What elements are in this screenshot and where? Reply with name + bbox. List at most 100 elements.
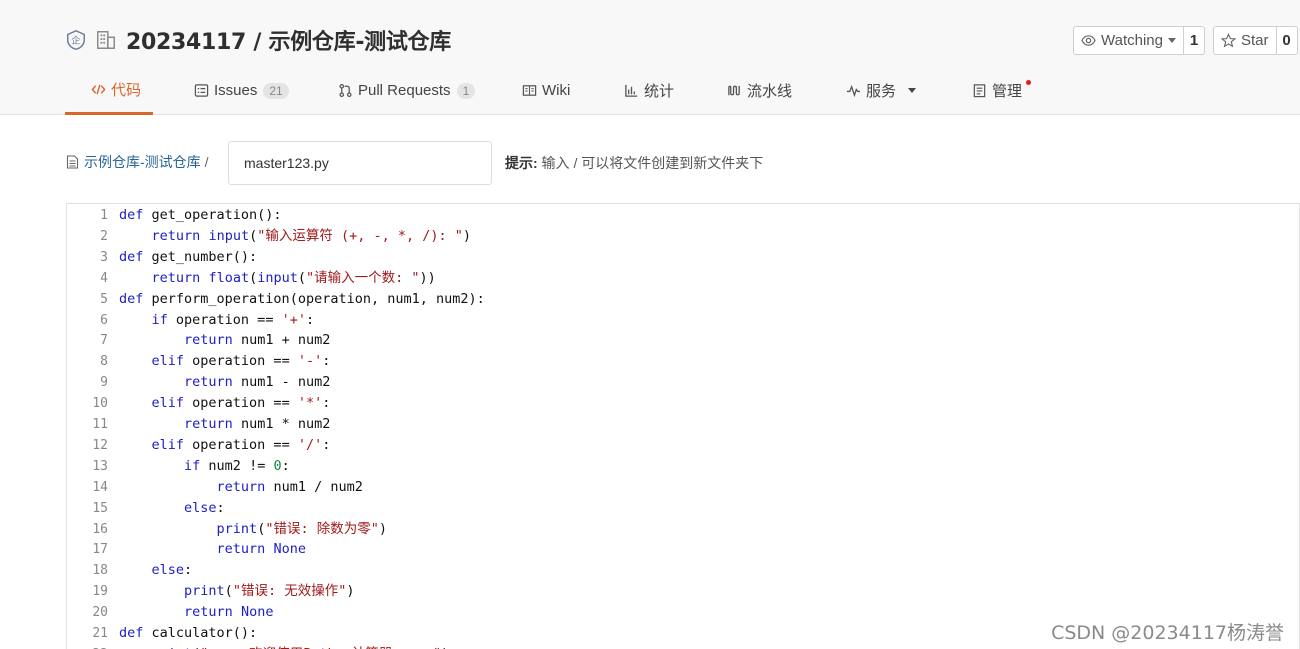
hint-label: 提示:: [505, 155, 538, 171]
code-text: elif operation == '/':: [151, 436, 331, 453]
code-text: print("-----欢迎使用Python计算器-----"): [119, 644, 450, 649]
code-line[interactable]: 11 return num1 * num2: [67, 414, 1299, 435]
watch-count[interactable]: 1: [1184, 27, 1204, 54]
tab-statistics[interactable]: 统计: [624, 66, 674, 115]
line-number: 15: [92, 500, 108, 516]
code-line[interactable]: 9 return num1 - num2: [67, 372, 1299, 393]
pulse-icon: [846, 84, 861, 98]
line-number: 1: [100, 208, 108, 223]
code-line[interactable]: 2 return input("输入运算符 (+, -, *, /): "): [67, 226, 1299, 247]
code-text: elif operation == '*':: [151, 395, 331, 412]
watch-label: Watching: [1101, 32, 1163, 49]
star-icon: [1221, 33, 1236, 48]
code-line[interactable]: 10 elif operation == '*':: [67, 393, 1299, 414]
line-number: 11: [92, 417, 108, 432]
tab-manage[interactable]: 管理: [972, 66, 1022, 115]
code-line[interactable]: 12 elif operation == '/':: [67, 435, 1299, 456]
tab-pull-requests[interactable]: Pull Requests 1: [338, 66, 476, 115]
code-line[interactable]: 16 print("错误: 除数为零"): [67, 519, 1299, 540]
code-line[interactable]: 5 def perform_operation(operation, num1, …: [67, 289, 1299, 310]
watch-button-group: Watching 1: [1073, 26, 1205, 55]
code-text: elif operation == '-':: [151, 353, 331, 370]
code-text: return num1 * num2: [184, 416, 331, 432]
code-line[interactable]: 15 else:: [67, 498, 1299, 519]
issues-icon: [194, 84, 209, 97]
repo-header: 企 20234117 / 示例仓库-测试仓库 Watching 1 Star 0…: [0, 0, 1300, 115]
code-line[interactable]: 18 else:: [67, 560, 1299, 581]
line-number: 19: [92, 584, 108, 600]
svg-text:企: 企: [71, 35, 80, 47]
code-text: def get_operation():: [119, 207, 282, 223]
code-line[interactable]: 13 if num2 != 0:: [67, 456, 1299, 477]
breadcrumb: 示例仓库-测试仓库 /: [66, 152, 209, 172]
file-path-row: 示例仓库-测试仓库 / master123.py 提示: 输入 / 可以将文件创…: [66, 141, 1296, 185]
line-number: 5: [100, 291, 108, 307]
line-number: 4: [100, 270, 108, 286]
code-line[interactable]: 7 return num1 + num2: [67, 330, 1299, 351]
code-text: return None: [216, 541, 306, 558]
tab-wiki[interactable]: Wiki: [522, 66, 570, 115]
line-number: 10: [92, 396, 108, 412]
code-text: if operation == '+':: [151, 311, 315, 328]
caret-down-icon: [908, 88, 917, 93]
bar-chart-icon: [625, 84, 638, 97]
line-number: 13: [92, 458, 108, 474]
clipboard-icon: [973, 84, 986, 98]
breadcrumb-repo-link[interactable]: 示例仓库-测试仓库: [84, 152, 201, 172]
code-line[interactable]: 1 def get_operation():: [67, 205, 1299, 226]
tab-code[interactable]: 代码: [65, 66, 153, 115]
notification-dot: [1026, 80, 1031, 85]
star-label: Star: [1241, 32, 1269, 49]
code-text: return num1 / num2: [216, 478, 363, 495]
code-text: return input("输入运算符 (+, -, *, /): "): [151, 227, 472, 244]
caret-down-icon: [1167, 38, 1176, 43]
code-line[interactable]: 17 return None: [67, 539, 1299, 560]
line-number: 7: [100, 333, 108, 349]
pull-request-icon: [339, 83, 352, 98]
tab-services[interactable]: 服务: [846, 66, 917, 115]
code-text: print("错误: 无效操作"): [184, 583, 355, 600]
tab-label: 统计: [644, 83, 675, 100]
filename-input[interactable]: master123.py: [228, 141, 492, 185]
repo-title-row: 企 20234117 / 示例仓库-测试仓库: [64, 24, 451, 56]
line-number: 8: [100, 354, 108, 370]
code-line[interactable]: 4 return float(input("请输入一个数: ")): [67, 268, 1299, 289]
code-text: def perform_operation(operation, num1, n…: [119, 290, 485, 307]
code-line[interactable]: 6 if operation == '+':: [67, 310, 1299, 331]
tab-label: Wiki: [542, 82, 571, 99]
watermark: CSDN @20234117杨涛誉: [1051, 622, 1284, 644]
code-text: return None: [184, 604, 274, 621]
repository-building-icon: [94, 28, 118, 52]
code-line[interactable]: 19 print("错误: 无效操作"): [67, 581, 1299, 602]
code-text: if num2 != 0:: [184, 457, 290, 474]
line-number: 17: [92, 542, 108, 558]
issues-count-badge: 21: [263, 82, 289, 99]
tab-pipeline[interactable]: 流水线: [727, 66, 792, 115]
tab-issues[interactable]: Issues 21: [194, 66, 289, 115]
line-number: 14: [92, 479, 108, 495]
code-line[interactable]: 3 def get_number():: [67, 247, 1299, 268]
code-text: return num1 + num2: [184, 332, 331, 349]
pipeline-icon: [728, 85, 740, 96]
code-icon: [91, 84, 106, 94]
line-number: 21: [92, 626, 108, 641]
code-text: else:: [184, 499, 225, 516]
line-number: 22: [67, 644, 108, 649]
code-line[interactable]: 14 return num1 / num2: [67, 477, 1299, 498]
tab-label: 服务: [866, 83, 897, 100]
line-number: 9: [100, 375, 108, 391]
line-number: 20: [92, 605, 108, 621]
repo-nav-tabs: 代码 Issues 21 Pull Requests 1 Wiki 统计 流水线…: [0, 66, 1300, 115]
code-text: return num1 - num2: [184, 374, 331, 391]
star-button[interactable]: Star: [1214, 27, 1277, 54]
watch-button[interactable]: Watching: [1074, 27, 1184, 54]
code-text: def get_number():: [119, 248, 258, 265]
code-editor[interactable]: 1 def get_operation(): 2 return input("输入运…: [66, 203, 1300, 649]
eye-icon: [1081, 35, 1096, 46]
code-text: def calculator():: [119, 625, 258, 641]
repo-title[interactable]: 20234117 / 示例仓库-测试仓库: [126, 24, 451, 56]
tab-label: 管理: [992, 83, 1023, 100]
star-count[interactable]: 0: [1277, 27, 1297, 54]
code-line[interactable]: 8 elif operation == '-':: [67, 351, 1299, 372]
tab-label: Pull Requests: [358, 82, 451, 99]
